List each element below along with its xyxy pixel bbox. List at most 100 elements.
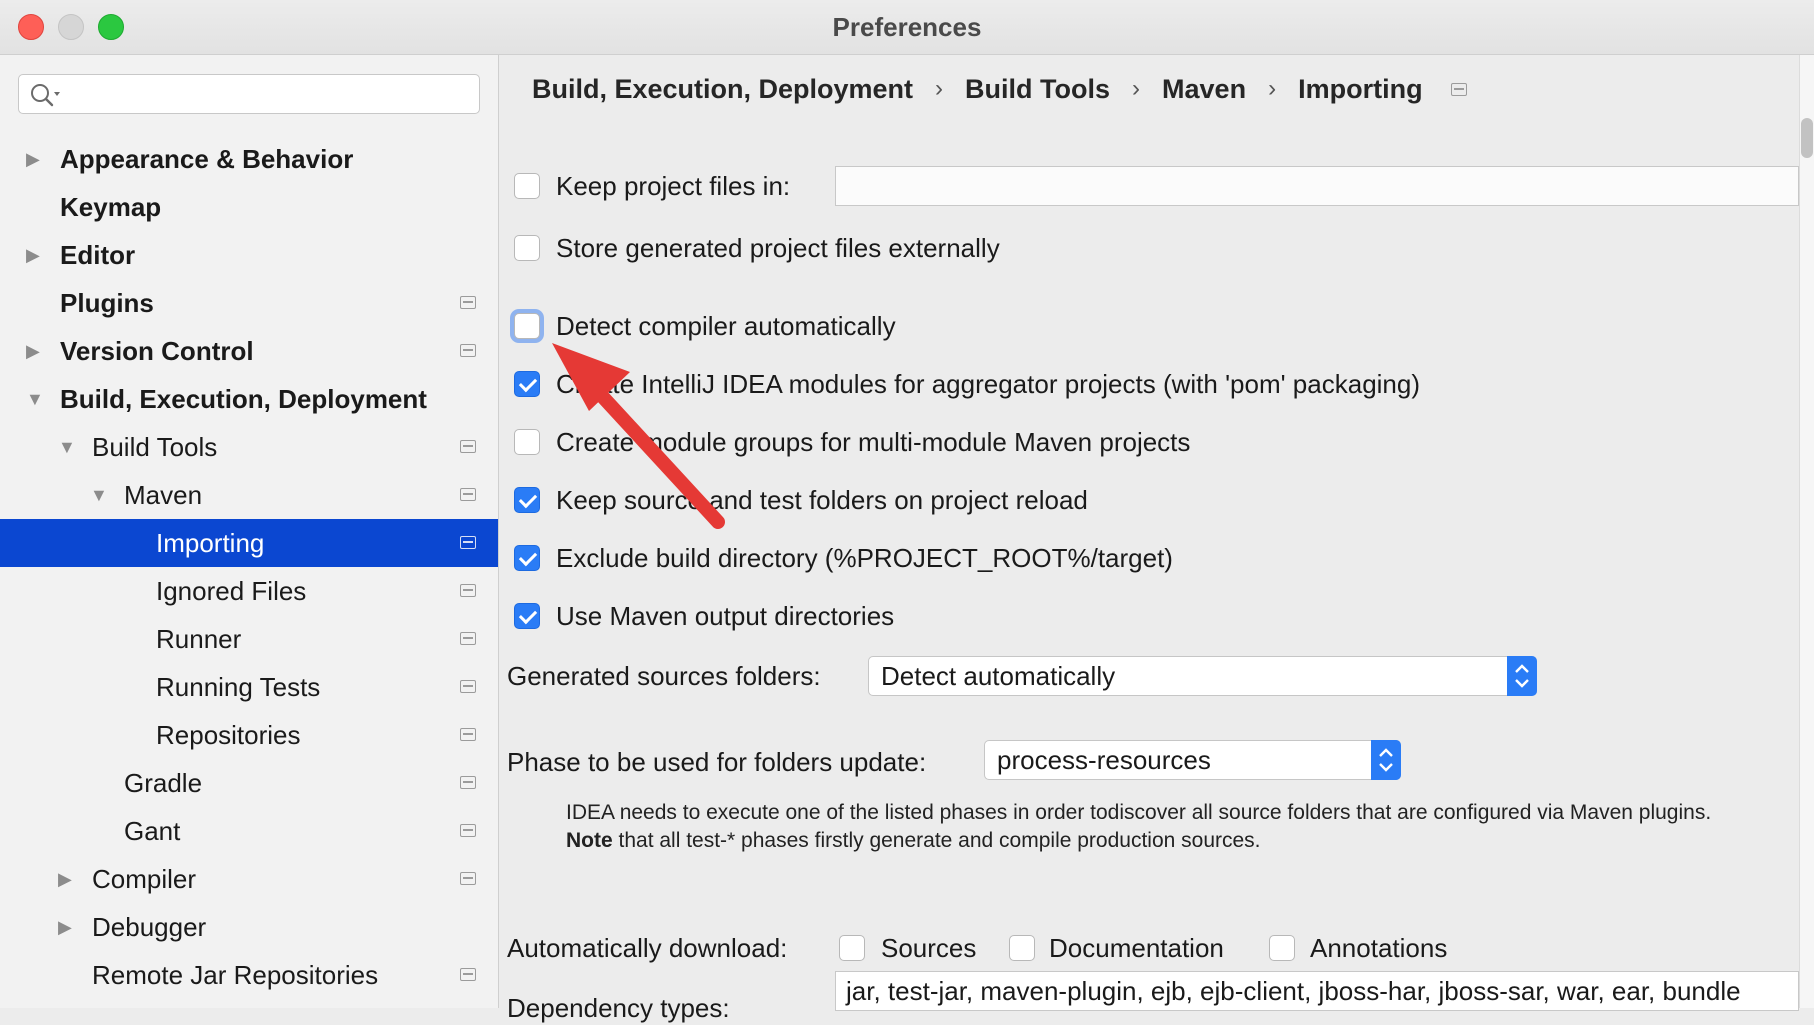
- chevron-down-icon[interactable]: ▼: [26, 375, 46, 423]
- sidebar-item[interactable]: ▶ Compiler: [0, 855, 498, 903]
- create-modules-aggregator-checkbox[interactable]: [514, 371, 540, 397]
- sidebar-item[interactable]: Runner: [0, 615, 498, 663]
- sidebar-item[interactable]: Gant: [0, 807, 498, 855]
- project-level-icon: [460, 296, 476, 309]
- chevron-down-icon[interactable]: ▼: [58, 423, 78, 471]
- create-modules-aggregator-label: Create IntelliJ IDEA modules for aggrega…: [556, 369, 1421, 399]
- window-title: Preferences: [832, 12, 982, 42]
- store-generated-checkbox[interactable]: [514, 235, 540, 261]
- sidebar-item-label: Runner: [156, 624, 242, 654]
- breadcrumb-item[interactable]: Build Tools: [965, 74, 1110, 105]
- sidebar-item[interactable]: Repositories: [0, 711, 498, 759]
- sidebar-item-label: Editor: [60, 240, 136, 270]
- project-level-icon: [460, 488, 476, 501]
- sidebar-item[interactable]: ▶ Version Control: [0, 327, 498, 375]
- keep-source-folders-label: Keep source and test folders on project …: [556, 485, 1088, 515]
- sidebar-item-label: Maven: [124, 480, 203, 510]
- phase-note-rest: that all test-* phases firstly generate …: [612, 829, 1261, 852]
- generated-sources-select[interactable]: Detect automatically: [868, 656, 1537, 696]
- breadcrumb-separator: ›: [1132, 75, 1141, 102]
- exclude-build-dir-checkbox[interactable]: [514, 545, 540, 571]
- store-generated-label: Store generated project files externally: [556, 233, 1000, 263]
- chevron-right-icon[interactable]: ▶: [26, 327, 46, 375]
- title-bar: Preferences: [0, 0, 1814, 55]
- project-level-icon: [460, 344, 476, 357]
- project-level-icon: [460, 584, 476, 597]
- sidebar-item-label: Build, Execution, Deployment: [60, 384, 427, 414]
- sidebar-item[interactable]: ▼ Build Tools: [0, 423, 498, 471]
- sidebar-item[interactable]: ▼ Build, Execution, Deployment: [0, 375, 498, 423]
- sidebar-item-label: Importing: [156, 528, 265, 558]
- sidebar-item[interactable]: Gradle: [0, 759, 498, 807]
- sidebar-item[interactable]: Remote Jar Repositories: [0, 951, 498, 999]
- project-level-icon: [460, 824, 476, 837]
- sidebar-item[interactable]: ▶ Appearance & Behavior: [0, 135, 498, 183]
- breadcrumb-item[interactable]: Build, Execution, Deployment: [532, 74, 913, 105]
- sidebar-item[interactable]: ▼ Maven: [0, 471, 498, 519]
- sidebar-item[interactable]: Plugins: [0, 279, 498, 327]
- sidebar-item-label: Gradle: [124, 768, 203, 798]
- breadcrumb-item[interactable]: Maven: [1162, 74, 1246, 105]
- sidebar-item[interactable]: ▶ Editor: [0, 231, 498, 279]
- sidebar-item[interactable]: ▶ Debugger: [0, 903, 498, 951]
- sidebar-item-label: Build Tools: [92, 432, 218, 462]
- download-documentation-checkbox[interactable]: [1009, 935, 1035, 961]
- phase-value: process-resources: [997, 745, 1211, 775]
- keep-project-files-checkbox[interactable]: [514, 173, 540, 199]
- sidebar-item-label: Running Tests: [156, 672, 321, 702]
- sidebar-item[interactable]: Running Tests: [0, 663, 498, 711]
- auto-download-label: Automatically download:: [507, 933, 788, 963]
- sidebar-item-label: Plugins: [60, 288, 154, 318]
- project-level-icon: [460, 632, 476, 645]
- project-level-icon: [460, 968, 476, 981]
- create-module-groups-checkbox[interactable]: [514, 429, 540, 455]
- sidebar-item[interactable]: Keymap: [0, 183, 498, 231]
- sidebar-item-label: Debugger: [92, 912, 207, 942]
- select-stepper-icon: [1507, 656, 1537, 696]
- project-level-icon: [460, 536, 476, 549]
- project-level-icon: [460, 872, 476, 885]
- chevron-right-icon[interactable]: ▶: [58, 855, 78, 903]
- phase-label: Phase to be used for folders update:: [507, 747, 927, 777]
- sidebar-item[interactable]: Ignored Files: [0, 567, 498, 615]
- phase-select[interactable]: process-resources: [984, 740, 1401, 780]
- breadcrumb-item: Importing: [1298, 73, 1423, 104]
- project-level-icon: [460, 776, 476, 789]
- download-annotations-checkbox[interactable]: [1269, 935, 1295, 961]
- detect-compiler-checkbox[interactable]: [514, 313, 540, 339]
- project-level-icon: [460, 440, 476, 453]
- chevron-down-icon[interactable]: ▼: [90, 471, 110, 519]
- keep-source-folders-checkbox[interactable]: [514, 487, 540, 513]
- generated-sources-label: Generated sources folders:: [507, 661, 821, 691]
- keep-project-files-label: Keep project files in:: [556, 171, 791, 201]
- project-files-path-field[interactable]: [835, 166, 1799, 206]
- project-level-icon: [1450, 82, 1467, 96]
- chevron-right-icon[interactable]: ▶: [58, 903, 78, 951]
- chevron-right-icon[interactable]: ▶: [26, 135, 46, 183]
- settings-sidebar: ▶ Appearance & Behavior Keymap ▶ Editor Plugi…: [0, 55, 499, 1008]
- use-maven-output-checkbox[interactable]: [514, 603, 540, 629]
- breadcrumb-separator: ›: [1268, 75, 1277, 102]
- project-level-icon: [460, 680, 476, 693]
- download-sources-checkbox[interactable]: [839, 935, 865, 961]
- content-scrollbar-thumb[interactable]: [1801, 118, 1813, 158]
- phase-note-line1: IDEA needs to execute one of the listed …: [566, 801, 1712, 824]
- sidebar-item-label: Gant: [124, 816, 181, 846]
- settings-search-input[interactable]: [18, 74, 480, 114]
- breadcrumb-separator: ›: [935, 75, 944, 102]
- download-annotations-label: Annotations: [1310, 933, 1448, 963]
- settings-content: Build, Execution, Deployment › Build Too…: [499, 55, 1799, 1023]
- generated-sources-value: Detect automatically: [881, 661, 1116, 691]
- project-level-icon: [460, 728, 476, 741]
- download-documentation-label: Documentation: [1049, 933, 1224, 963]
- sidebar-item-label: Repositories: [156, 720, 301, 750]
- dependency-types-label: Dependency types:: [507, 993, 730, 1023]
- content-scrollbar[interactable]: [1799, 55, 1814, 1008]
- sidebar-item-label: Remote Jar Repositories: [92, 960, 379, 990]
- dependency-types-field[interactable]: jar, test-jar, maven-plugin, ejb, ejb-cl…: [835, 971, 1799, 1011]
- chevron-right-icon[interactable]: ▶: [26, 231, 46, 279]
- download-sources-label: Sources: [881, 933, 977, 963]
- sidebar-item[interactable]: Importing: [0, 519, 498, 567]
- breadcrumb: Build, Execution, Deployment › Build Too…: [532, 69, 1467, 109]
- select-stepper-icon: [1371, 740, 1401, 780]
